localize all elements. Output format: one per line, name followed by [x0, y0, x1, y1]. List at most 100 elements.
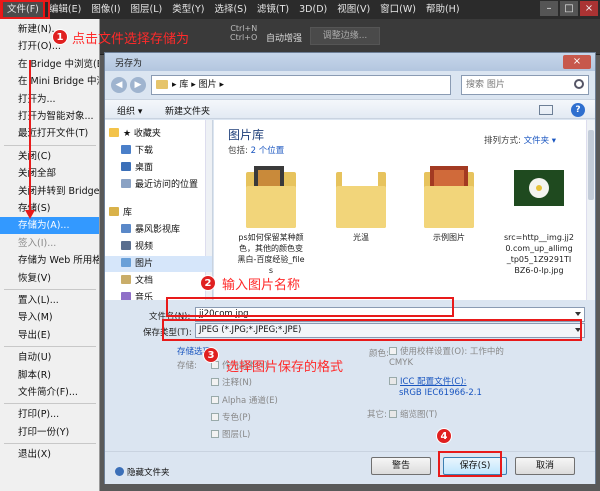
auto-enhance-option[interactable]: 自动增强 — [266, 31, 302, 44]
thumbnail-checkbox[interactable]: 缩览图(T) — [389, 408, 437, 420]
chevron-down-icon[interactable] — [575, 312, 581, 316]
cancel-button[interactable]: 取消 — [515, 457, 575, 475]
menu-type[interactable]: 类型(Y) — [167, 1, 209, 18]
nav-item[interactable]: 文档 — [105, 273, 212, 289]
nav-item[interactable]: 下载 — [105, 143, 212, 159]
file-list: 图片库 包括: 2 个位置 排列方式: 文件夹 ▾ ps如何保留某种颜色，其他的… — [214, 120, 595, 300]
file-menu-item[interactable]: 最近打开文件(T) — [0, 125, 99, 142]
dialog-title: 另存为 — [115, 59, 143, 69]
file-menu-item[interactable]: 关闭(C) — [0, 148, 99, 165]
file-menu-item[interactable]: 关闭并转到 Bridge... — [0, 183, 99, 200]
file-menu-item[interactable]: 在 Mini Bridge 中浏览(G)... — [0, 73, 99, 90]
hide-folders-toggle[interactable]: 隐藏文件夹 — [115, 466, 170, 478]
folder-icon — [121, 145, 131, 154]
dialog-toolbar: 组织 ▾ 新建文件夹 ? — [105, 99, 595, 119]
menu-edit[interactable]: 编辑(E) — [44, 1, 86, 18]
view-options-icon[interactable] — [539, 105, 553, 115]
file-menu-item[interactable]: 在 Bridge 中浏览(B)... — [0, 56, 99, 73]
folder-icon — [109, 207, 119, 216]
spot-checkbox[interactable]: 专色(P) — [211, 411, 251, 423]
file-menu-item[interactable]: 存储为(A)... — [0, 217, 99, 235]
filename-highlight-box — [166, 297, 454, 317]
menu-separator — [4, 144, 96, 146]
annotations-checkbox[interactable]: 注释(N) — [211, 376, 252, 388]
other-label: 其它: — [367, 410, 387, 420]
file-menu-item[interactable]: 自动(U) — [0, 349, 99, 366]
refine-edge-button[interactable]: 调整边缘... — [310, 27, 380, 45]
nav-item[interactable]: 图片 — [105, 256, 212, 272]
file-menu-item[interactable]: 文件简介(F)... — [0, 384, 99, 401]
menu-view[interactable]: 视图(V) — [332, 1, 375, 18]
help-icon[interactable]: ? — [571, 103, 585, 117]
nav-item[interactable]: 暴风影视库 — [105, 222, 212, 238]
forward-arrow-icon[interactable]: ▶ — [130, 77, 146, 93]
nav-item[interactable]: 桌面 — [105, 160, 212, 176]
nav-item-label: 库 — [123, 208, 133, 218]
nav-item[interactable]: 库 — [105, 205, 212, 221]
address-path[interactable]: ▸ 库 ▸ 图片 ▸ — [151, 75, 451, 95]
menu-image[interactable]: 图像(I) — [86, 1, 125, 18]
maximize-button[interactable]: □ — [560, 1, 578, 16]
file-menu-item[interactable]: 置入(L)... — [0, 292, 99, 309]
dialog-close-button[interactable]: × — [563, 55, 591, 69]
file-menu-item[interactable]: 打印一份(Y) — [0, 424, 99, 441]
back-arrow-icon[interactable]: ◀ — [111, 77, 127, 93]
menu-3d[interactable]: 3D(D) — [294, 1, 332, 18]
file-menu-highlight-box — [0, 0, 50, 19]
organize-button[interactable]: 组织 ▾ — [117, 104, 142, 117]
image-thumbnail — [512, 162, 566, 230]
checkbox-checked-icon — [389, 410, 397, 418]
nav-item[interactable]: 视频 — [105, 239, 212, 255]
file-menu-item[interactable]: 恢复(V) — [0, 270, 99, 287]
nav-item[interactable]: 最近访问的位置 — [105, 177, 212, 193]
proof-setup-checkbox[interactable]: 使用校样设置(O): 工作中的 CMYK — [389, 347, 509, 369]
menu-layer[interactable]: 图层(L) — [126, 1, 168, 18]
alpha-checkbox[interactable]: Alpha 通道(E) — [211, 394, 278, 406]
file-menu-item[interactable]: 导出(E) — [0, 327, 99, 344]
checkbox-icon — [211, 396, 219, 404]
includes-prefix: 包括: — [228, 146, 251, 156]
file-item[interactable]: 光温 — [326, 162, 396, 297]
icc-label: ICC 配置文件(C): — [400, 377, 467, 387]
save-as-dialog: 另存为 × ◀ ▶ ▸ 库 ▸ 图片 ▸ 搜索 图片 组织 ▾ 新建文件夹 ? … — [104, 52, 596, 484]
shortcut-new: Ctrl+N — [230, 24, 258, 33]
includes-link[interactable]: 2 个位置 — [251, 146, 285, 156]
search-icon — [574, 79, 584, 89]
nav-item[interactable]: ★ 收藏夹 — [105, 126, 212, 142]
nav-item-label: 暴风影视库 — [135, 225, 181, 235]
file-menu-item[interactable]: 存储为 Web 所用格式... — [0, 252, 99, 269]
navigation-pane: ★ 收藏夹 下载 桌面 最近访问的位置库暴风影视库 视频 图片 文档 音乐 — [105, 120, 213, 300]
folder-icon — [334, 162, 388, 230]
warning-button[interactable]: 警告 — [371, 457, 431, 475]
menu-select[interactable]: 选择(S) — [209, 1, 251, 18]
checkbox-icon — [211, 413, 219, 421]
file-menu-item[interactable]: 关闭全部 — [0, 165, 99, 182]
content-scrollbar[interactable] — [586, 120, 595, 300]
scrollbar-thumb[interactable] — [588, 130, 594, 200]
file-menu-item[interactable]: 打开为... — [0, 91, 99, 108]
folder-icon — [121, 292, 131, 300]
nav-item-label: 文档 — [135, 276, 154, 286]
close-button[interactable]: × — [580, 1, 598, 16]
menu-help[interactable]: 帮助(H) — [421, 1, 465, 18]
folder-icon — [422, 162, 476, 230]
minimize-button[interactable]: – — [540, 1, 558, 16]
file-menu-item[interactable]: 脚本(R) — [0, 367, 99, 384]
thumbnail-label: 缩览图(T) — [400, 410, 438, 420]
icc-checkbox[interactable]: ICC 配置文件(C): — [389, 375, 467, 387]
dialog-footer: 隐藏文件夹 警告 保存(S) 取消 — [105, 451, 595, 484]
file-menu-item[interactable]: 打开为智能对象... — [0, 108, 99, 125]
layers-checkbox[interactable]: 图层(L) — [211, 428, 250, 440]
file-item[interactable]: src=http__img.jj20.com_up_allimg_tp05_1Z… — [504, 162, 574, 297]
file-menu-item[interactable]: 退出(X) — [0, 446, 99, 463]
menu-window[interactable]: 窗口(W) — [375, 1, 421, 18]
new-folder-button[interactable]: 新建文件夹 — [165, 104, 210, 117]
file-menu-item[interactable]: 打印(P)... — [0, 406, 99, 423]
file-menu-item[interactable]: 导入(M) — [0, 309, 99, 326]
file-menu-item[interactable]: 存储(S) — [0, 200, 99, 217]
proof-setup-label: 使用校样设置(O): 工作中的 CMYK — [389, 347, 504, 368]
menu-filter[interactable]: 滤镜(T) — [252, 1, 294, 18]
search-input[interactable]: 搜索 图片 — [461, 75, 589, 95]
file-item[interactable]: 示例图片 — [414, 162, 484, 297]
sort-dropdown[interactable]: 文件夹 ▾ — [524, 136, 556, 146]
